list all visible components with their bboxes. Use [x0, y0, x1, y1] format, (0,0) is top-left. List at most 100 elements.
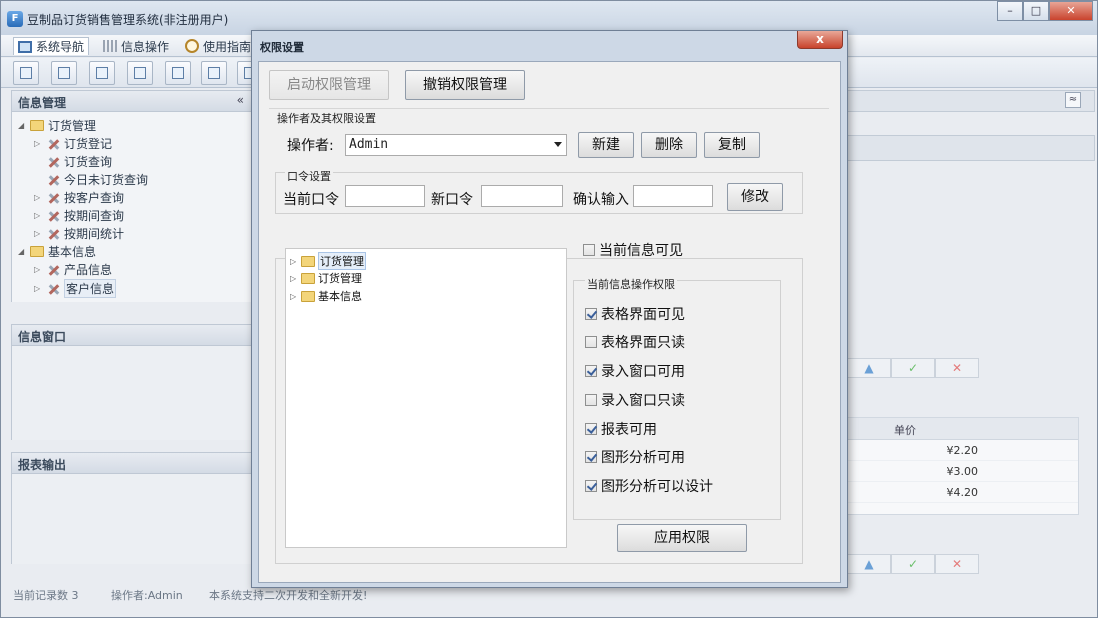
tree-node-order-register[interactable]: ▷ 订货登记: [34, 135, 112, 152]
expand-arrow-icon[interactable]: ▷: [290, 257, 298, 266]
ops-table-readonly-checkbox[interactable]: 表格界面只读: [585, 332, 685, 352]
status-note: 本系统支持二次开发和全新开发!: [209, 589, 368, 602]
collapsed-arrow-icon: ▷: [34, 211, 41, 220]
delete-operator-button[interactable]: 删除: [641, 132, 697, 158]
expand-icon[interactable]: ◢: [18, 121, 26, 130]
window-title: 豆制品订货销售管理系统(非注册用户): [27, 13, 229, 27]
record-nav-bottom: ▲ ✓ ✕: [847, 554, 979, 574]
perm-tree-node[interactable]: ▷ 订货管理: [290, 270, 362, 286]
price-cell: ¥2.20: [946, 444, 979, 457]
export-icon: [208, 67, 220, 79]
revoke-permission-button[interactable]: 撤销权限管理: [405, 70, 525, 100]
perm-tree-node-label: 订货管理: [318, 252, 366, 270]
info-window-body: [11, 346, 253, 440]
tree-node-order-query[interactable]: 订货查询: [34, 153, 112, 170]
tools-icon: [46, 283, 60, 295]
menu-item-info-ops[interactable]: 信息操作: [99, 37, 173, 55]
menu-item-guide[interactable]: 使用指南: [181, 37, 255, 55]
tree-node-by-customer[interactable]: ▷ 按客户查询: [34, 189, 124, 206]
current-password-input[interactable]: [345, 185, 425, 207]
cancel-x-button[interactable]: ✕: [935, 554, 979, 574]
perm-tree-node-label: 基本信息: [318, 290, 362, 303]
ops-entry-enabled-checkbox[interactable]: 录入窗口可用: [585, 361, 685, 381]
nav-up-button[interactable]: ▲: [847, 358, 891, 378]
maximize-button[interactable]: □: [1023, 1, 1049, 21]
expand-arrow-icon[interactable]: ▷: [290, 292, 298, 301]
perm-tree-node[interactable]: ▷ 订货管理: [290, 252, 366, 270]
toolbar-search-button[interactable]: [13, 61, 39, 85]
nav-up-button[interactable]: ▲: [847, 554, 891, 574]
new-operator-button[interactable]: 新建: [578, 132, 634, 158]
collapsed-arrow-icon: ▷: [34, 284, 41, 293]
ops-table-visible-checkbox[interactable]: 表格界面可见: [585, 304, 685, 324]
tools-icon: [46, 192, 60, 204]
folder-icon: [301, 290, 315, 302]
toolbar-users-button[interactable]: [127, 61, 153, 85]
tree-node-product-info[interactable]: ▷ 产品信息: [34, 261, 112, 278]
collapse-icon[interactable]: «: [237, 93, 244, 107]
expand-icon[interactable]: ◢: [18, 247, 26, 256]
users-icon: [134, 67, 146, 79]
toolbar-document-button[interactable]: [89, 61, 115, 85]
new-password-input[interactable]: [481, 185, 563, 207]
document-icon: [96, 67, 108, 79]
ops-report-enabled-checkbox[interactable]: 报表可用: [585, 419, 657, 439]
tree-node-label: 按期间统计: [64, 227, 125, 241]
tree-node-label: 产品信息: [64, 263, 113, 277]
ops-graph-enabled-checkbox[interactable]: 图形分析可用: [585, 447, 685, 467]
checkbox-label: 图形分析可以设计: [601, 479, 713, 495]
confirm-password-input[interactable]: [633, 185, 713, 207]
close-window-button[interactable]: ✕: [1049, 1, 1093, 21]
tree-node-by-period[interactable]: ▷ 按期间查询: [34, 207, 124, 224]
tools-icon: [46, 264, 60, 276]
confirm-check-button[interactable]: ✓: [891, 554, 935, 574]
table-row[interactable]: ¥2.20: [848, 440, 1078, 461]
toolbar-export-button[interactable]: [201, 61, 227, 85]
menu-item-label: 信息操作: [121, 39, 170, 54]
report-output-body: [11, 474, 253, 564]
tools-icon: [46, 138, 60, 150]
tree-node-period-stats[interactable]: ▷ 按期间统计: [34, 225, 124, 242]
current-password-label: 当前口令: [283, 192, 339, 208]
confirm-check-button[interactable]: ✓: [891, 358, 935, 378]
toolbar-list-button[interactable]: [51, 61, 77, 85]
list-icon: [58, 67, 70, 79]
perm-tree-node[interactable]: ▷ 基本信息: [290, 288, 362, 304]
tree-node-order-mgmt[interactable]: ◢ 订货管理: [18, 117, 96, 134]
checkbox-box: [585, 336, 597, 348]
permission-tree[interactable]: ▷ 订货管理 ▷ 订货管理 ▷ 基本信息: [285, 248, 567, 548]
status-records: 当前记录数 3: [13, 589, 79, 602]
tools-icon: [46, 228, 60, 240]
copy-operator-button[interactable]: 复制: [704, 132, 760, 158]
checkbox-box: [585, 365, 597, 377]
table-row[interactable]: ¥3.00: [848, 461, 1078, 482]
main-subheader-strip: [847, 135, 1095, 161]
minimize-button[interactable]: –: [997, 1, 1023, 21]
operator-label: 操作者:: [287, 138, 334, 154]
checkbox-box: [585, 451, 597, 463]
dialog-body: 启动权限管理 撤销权限管理 操作者及其权限设置 操作者: Admin 新建 删除…: [258, 61, 841, 583]
collapsed-arrow-icon: ▷: [34, 139, 41, 148]
tree-node-customer-info[interactable]: ▷ 客户信息: [34, 279, 117, 298]
dialog-close-button[interactable]: x: [797, 31, 843, 49]
ops-graph-design-checkbox[interactable]: 图形分析可以设计: [585, 476, 713, 496]
password-group-label: 口令设置: [285, 168, 333, 184]
menu-item-system-nav[interactable]: 系统导航: [13, 37, 90, 55]
grid-icon: [103, 40, 117, 52]
expand-arrow-icon[interactable]: ▷: [290, 274, 298, 283]
operator-select[interactable]: Admin: [345, 134, 567, 156]
toolbar-window-button[interactable]: [165, 61, 191, 85]
table-row[interactable]: ¥4.20: [848, 482, 1078, 503]
confirm-password-label: 确认输入: [573, 192, 629, 208]
folder-icon: [301, 255, 315, 267]
apply-permission-button[interactable]: 应用权限: [617, 524, 747, 552]
tree-node-basic-info[interactable]: ◢ 基本信息: [18, 243, 96, 260]
ops-entry-readonly-checkbox[interactable]: 录入窗口只读: [585, 390, 685, 410]
tree-node-today-no-order[interactable]: 今日未订货查询: [34, 171, 148, 188]
enable-permission-button[interactable]: 启动权限管理: [269, 70, 389, 100]
modify-password-button[interactable]: 修改: [727, 183, 783, 211]
tree-node-label: 订货登记: [64, 137, 113, 151]
current-info-visible-checkbox[interactable]: 当前信息可见: [583, 240, 683, 260]
cancel-x-button[interactable]: ✕: [935, 358, 979, 378]
collapse-up-icon[interactable]: ≈: [1065, 92, 1081, 108]
